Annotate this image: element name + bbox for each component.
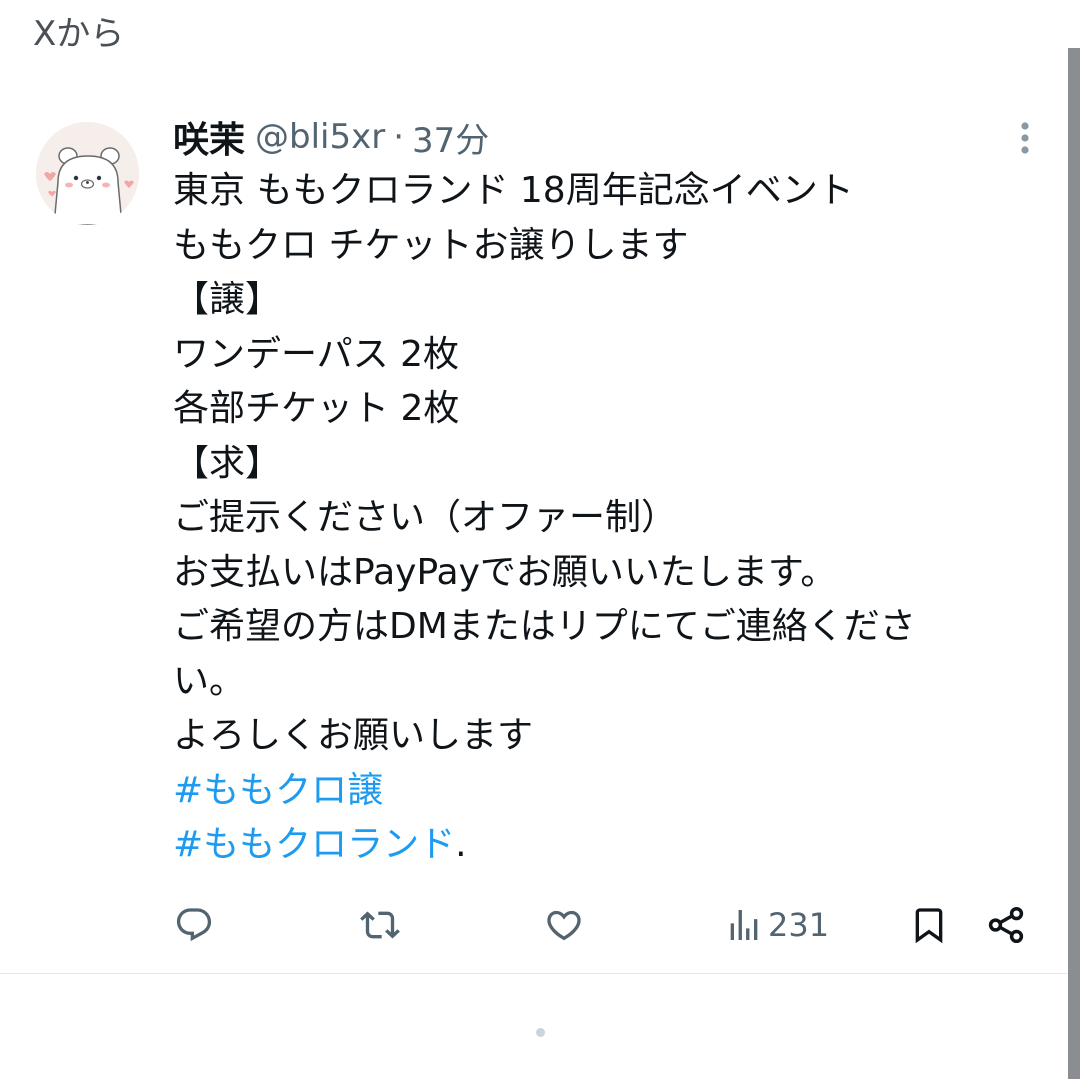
reply-button[interactable] [174, 895, 214, 955]
source-label: Xから [33, 14, 125, 54]
like-button[interactable] [544, 895, 584, 955]
tweet-line: 各部チケット 2枚 [173, 388, 460, 429]
hashtag-link[interactable]: #ももクロランド [173, 824, 455, 865]
tweet-line: お支払いはPayPayでお願いいたします。 [173, 551, 837, 593]
tweet-line: い。 [173, 660, 246, 702]
hashtag-line: #ももクロランド. [173, 818, 1033, 873]
view-count: 231 [768, 906, 830, 944]
display-name[interactable]: 咲茉 [173, 111, 245, 163]
tweet-text: 東京 ももクロランド 18周年記念イベント ももクロ チケットお譲りします 【譲… [173, 164, 1033, 873]
tweet-line: 東京 ももクロランド 18周年記念イベント [173, 170, 854, 211]
tweet-line: ワンデーパス 2枚 [173, 333, 459, 375]
views-button[interactable]: 231 [724, 895, 829, 955]
bear-avatar-icon [36, 122, 139, 225]
reply-icon [176, 908, 212, 942]
views-icon [730, 910, 758, 940]
tweet-line: よろしくお願いします [173, 715, 534, 756]
tweet-line: 【求】 [173, 442, 282, 484]
tweet-line: ももクロ チケットお譲りします [173, 224, 689, 266]
share-button[interactable] [985, 895, 1027, 955]
tweet-line: ご提示ください（オファー制） [173, 497, 678, 538]
avatar[interactable] [36, 122, 139, 225]
tweet-page: Xから 咲茉 @bli5xr · 37分 東京 ももクロランド 18周年記念イベ… [0, 0, 1080, 1079]
bookmark-button[interactable] [909, 895, 949, 955]
header-separator: · [393, 117, 405, 157]
trailing-period: . [455, 824, 467, 865]
bookmark-icon [915, 908, 943, 944]
more-options-button[interactable] [1006, 116, 1044, 160]
divider [0, 973, 1068, 974]
retweet-icon [360, 911, 400, 939]
tweet-header: 咲茉 @bli5xr · 37分 [173, 112, 489, 162]
share-icon [988, 906, 1024, 944]
user-handle[interactable]: @bli5xr [255, 117, 385, 157]
retweet-button[interactable] [359, 895, 401, 955]
hashtag-line: #ももクロ譲 [173, 764, 1033, 819]
heart-icon [547, 910, 581, 941]
tweet-actions: 231 [0, 895, 1080, 955]
loading-indicator [536, 1028, 545, 1037]
more-vertical-icon [1021, 122, 1029, 154]
tweet-line: ご希望の方はDMまたはリプにてご連絡くださ [173, 606, 916, 647]
timestamp[interactable]: 37分 [412, 113, 489, 162]
tweet-line: 【譲】 [173, 279, 282, 320]
hashtag-link[interactable]: #ももクロ譲 [173, 770, 383, 811]
